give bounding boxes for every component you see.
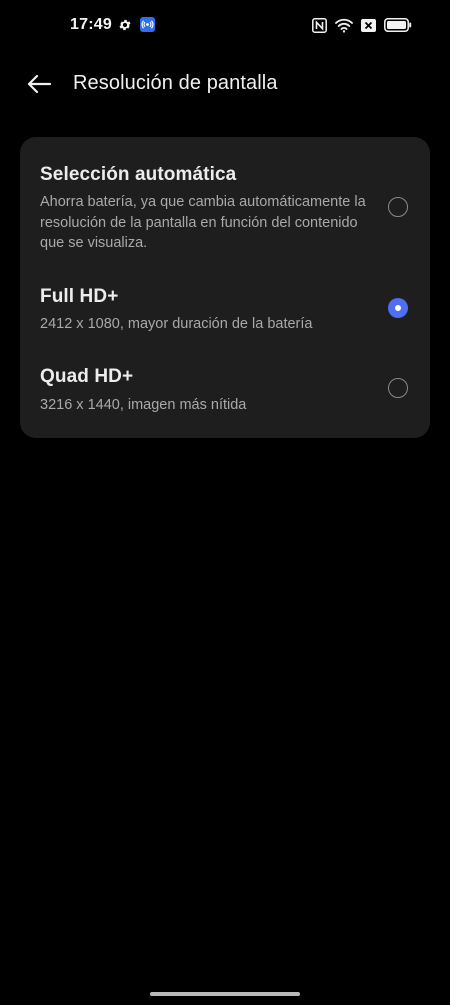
- sim-disabled-icon: [361, 18, 376, 32]
- arrow-left-icon: [27, 74, 52, 94]
- resolution-options-card: Selección automática Ahorra batería, ya …: [20, 137, 430, 438]
- option-description: Ahorra batería, ya que cambia automática…: [40, 194, 366, 251]
- radio-button-full-hd-plus[interactable]: [388, 298, 408, 318]
- wifi-icon: [335, 18, 353, 33]
- nfc-icon: [312, 17, 327, 33]
- header: Resolución de pantalla: [0, 60, 450, 108]
- option-title: Selección automática: [40, 164, 237, 185]
- option-full-hd-plus[interactable]: Full HD+ 2412 x 1080, mayor duración de …: [20, 265, 430, 345]
- home-indicator[interactable]: [150, 992, 300, 996]
- page-title: Resolución de pantalla: [73, 72, 278, 94]
- option-title: Full HD+: [40, 286, 119, 307]
- radio-button-quad-hd-plus[interactable]: [388, 378, 408, 398]
- radio-button-auto[interactable]: [388, 197, 408, 217]
- status-icons-right: [312, 16, 412, 34]
- option-quad-hd-plus[interactable]: Quad HD+ 3216 x 1440, imagen más nítida: [20, 345, 430, 438]
- option-description: 2412 x 1080, mayor duración de la baterí…: [40, 316, 313, 332]
- option-title: Quad HD+: [40, 366, 134, 387]
- option-description: 3216 x 1440, imagen más nítida: [40, 397, 247, 413]
- status-bar: 17:49: [0, 0, 450, 52]
- gear-icon: [119, 19, 131, 31]
- option-auto-selection[interactable]: Selección automática Ahorra batería, ya …: [20, 137, 430, 265]
- battery-icon: [384, 18, 412, 32]
- status-time: 17:49: [70, 16, 112, 33]
- back-button[interactable]: [22, 70, 56, 98]
- app-notification-icon: [140, 17, 155, 32]
